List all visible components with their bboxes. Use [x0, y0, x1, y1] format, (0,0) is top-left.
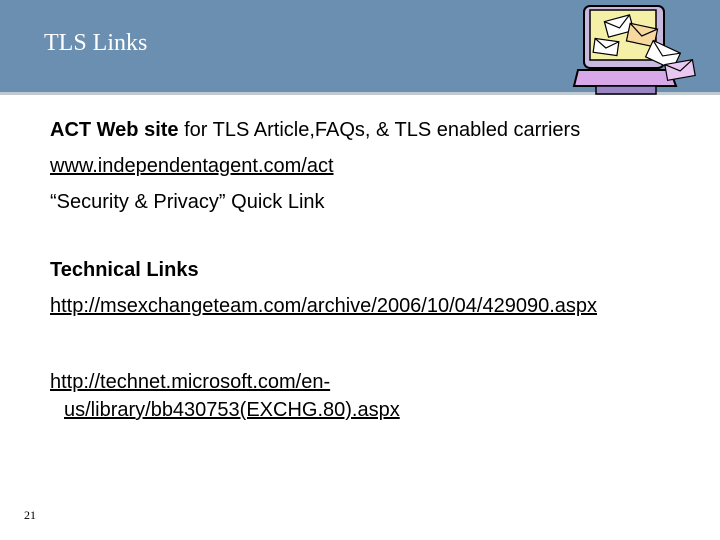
act-description: for TLS Article,FAQs, & TLS enabled carr… [178, 119, 581, 141]
act-website-label: ACT Web site [50, 119, 179, 141]
act-url-link[interactable]: www.independentagent.com/act [50, 155, 334, 177]
technet-link-block: http://technet.microsoft.com/en- us/libr… [50, 368, 715, 424]
computer-with-mail-icon [572, 5, 696, 95]
technet-link-line1[interactable]: http://technet.microsoft.com/en- [50, 371, 330, 393]
msexchange-link[interactable]: http://msexchangeteam.com/archive/2006/1… [50, 295, 597, 317]
act-line: ACT Web site for TLS Article,FAQs, & TLS… [50, 112, 715, 148]
slide-title: TLS Links [44, 30, 148, 56]
page-number: 21 [24, 508, 36, 522]
quick-link-text: “Security & Privacy” Quick Link [50, 191, 325, 213]
technical-links-heading: Technical Links [50, 259, 199, 281]
technet-link-line2[interactable]: us/library/bb430753(EXCHG.80).aspx [64, 399, 400, 421]
slide-body: ACT Web site for TLS Article,FAQs, & TLS… [50, 112, 715, 424]
